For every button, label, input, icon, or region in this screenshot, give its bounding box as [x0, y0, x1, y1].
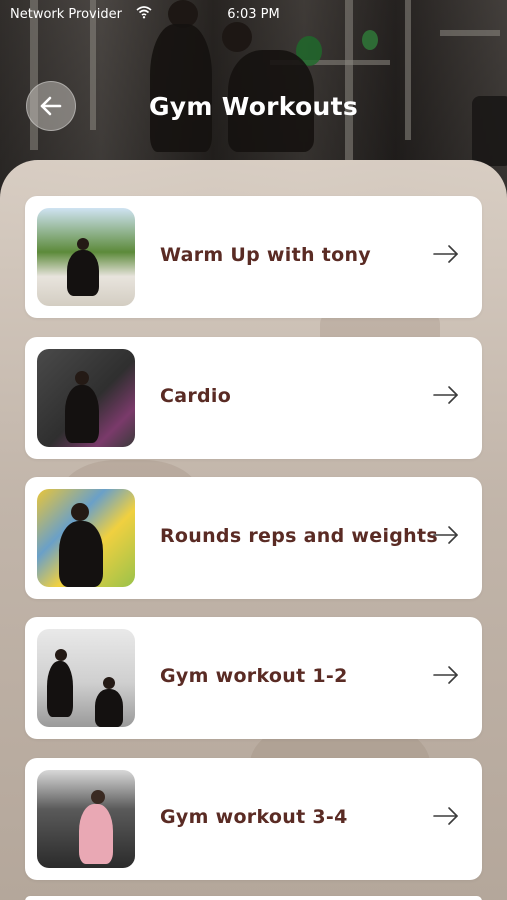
status-bar: Network Provider 6:03 PM [0, 0, 507, 30]
arrow-right-icon [433, 245, 458, 263]
workout-card-gym-3-4[interactable]: Gym workout 3-4 [25, 758, 482, 880]
workout-title: Warm Up with tony [160, 244, 371, 266]
workout-title: Gym workout 3-4 [160, 806, 348, 828]
workout-card-partial[interactable] [25, 896, 482, 900]
workout-card-gym-1-2[interactable]: Gym workout 1-2 [25, 617, 482, 739]
arrow-right-icon [433, 807, 458, 825]
workout-thumbnail [37, 489, 135, 587]
arrow-right-icon [433, 666, 458, 684]
arrow-right-icon [433, 386, 458, 404]
workout-card-rounds-reps[interactable]: Rounds reps and weights [25, 477, 482, 599]
workout-card-warm-up[interactable]: Warm Up with tony [25, 196, 482, 318]
workout-title: Cardio [160, 385, 232, 407]
workout-thumbnail [37, 629, 135, 727]
workout-thumbnail [37, 770, 135, 868]
workout-thumbnail [37, 349, 135, 447]
workout-card-cardio[interactable]: Cardio [25, 337, 482, 459]
page-title: Gym Workouts [148, 92, 359, 121]
arrow-right-icon [433, 526, 458, 544]
workout-title: Gym workout 1-2 [160, 665, 348, 687]
status-time: 6:03 PM [227, 7, 280, 22]
workout-thumbnail [37, 208, 135, 306]
workout-title: Rounds reps and weights [160, 525, 438, 547]
